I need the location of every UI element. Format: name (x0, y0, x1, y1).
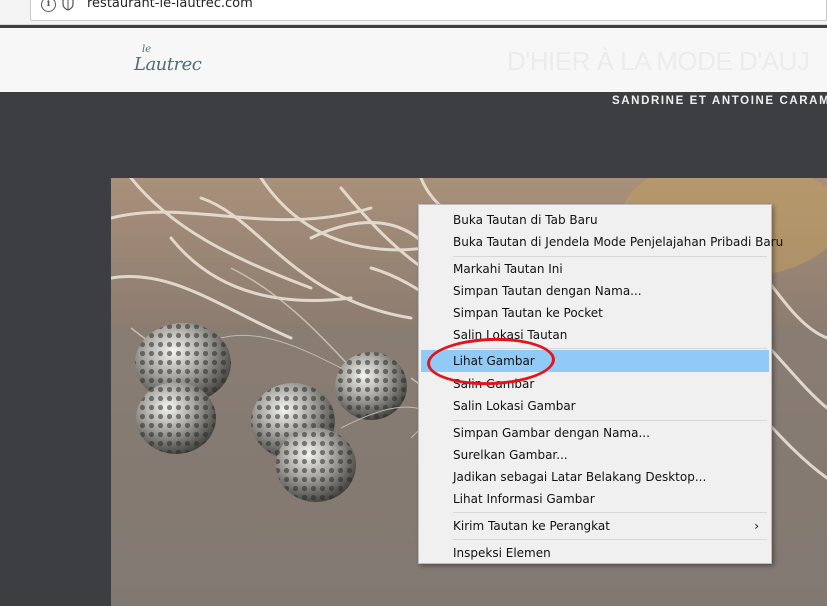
chevron-right-icon: › (754, 519, 759, 533)
info-icon[interactable]: i (41, 0, 56, 12)
site-tagline: D'HIER À LA MODE D'AUJ (507, 46, 810, 76)
browser-toolbar: i restaurant-le-lautrec.com (0, 0, 827, 25)
address-bar[interactable]: i restaurant-le-lautrec.com (30, 0, 827, 21)
menu-item-label: Kirim Tautan ke Perangkat (453, 519, 610, 533)
logo-main-text: Lautrec (134, 54, 202, 75)
menu-item-copy-image-location[interactable]: Salin Lokasi Gambar (421, 395, 769, 417)
url-text[interactable]: restaurant-le-lautrec.com (87, 0, 253, 11)
menu-item-open-link-private-window[interactable]: Buka Tautan di Jendela Mode Penjelajahan… (421, 231, 783, 253)
site-header: le Lautrec D'HIER À LA MODE D'AUJ (0, 28, 827, 92)
owners-subtitle: SANDRINE ET ANTOINE CARAM (612, 95, 827, 107)
menu-item-save-link-as[interactable]: Simpan Tautan dengan Nama... (421, 280, 769, 302)
site-logo[interactable]: le Lautrec (132, 44, 202, 80)
menu-item-set-desktop-background[interactable]: Jadikan sebagai Latar Belakang Desktop..… (421, 466, 769, 488)
menu-separator (453, 256, 767, 257)
shield-icon[interactable] (62, 0, 74, 15)
menu-item-view-image-info[interactable]: Lihat Informasi Gambar (421, 488, 769, 510)
menu-item-email-image[interactable]: Surelkan Gambar... (421, 444, 769, 466)
menu-item-open-link-new-tab[interactable]: Buka Tautan di Tab Baru (421, 209, 769, 231)
menu-item-bookmark-link[interactable]: Markahi Tautan Ini (421, 258, 769, 280)
menu-item-save-image-as[interactable]: Simpan Gambar dengan Nama... (421, 422, 769, 444)
menu-item-inspect-element[interactable]: Inspeksi Elemen (421, 542, 769, 564)
menu-separator (453, 539, 767, 540)
menu-separator (453, 512, 767, 513)
menu-separator (453, 420, 767, 421)
menu-item-send-link-to-device[interactable]: Kirim Tautan ke Perangkat › (421, 515, 769, 537)
menu-item-save-link-to-pocket[interactable]: Simpan Tautan ke Pocket (421, 302, 769, 324)
